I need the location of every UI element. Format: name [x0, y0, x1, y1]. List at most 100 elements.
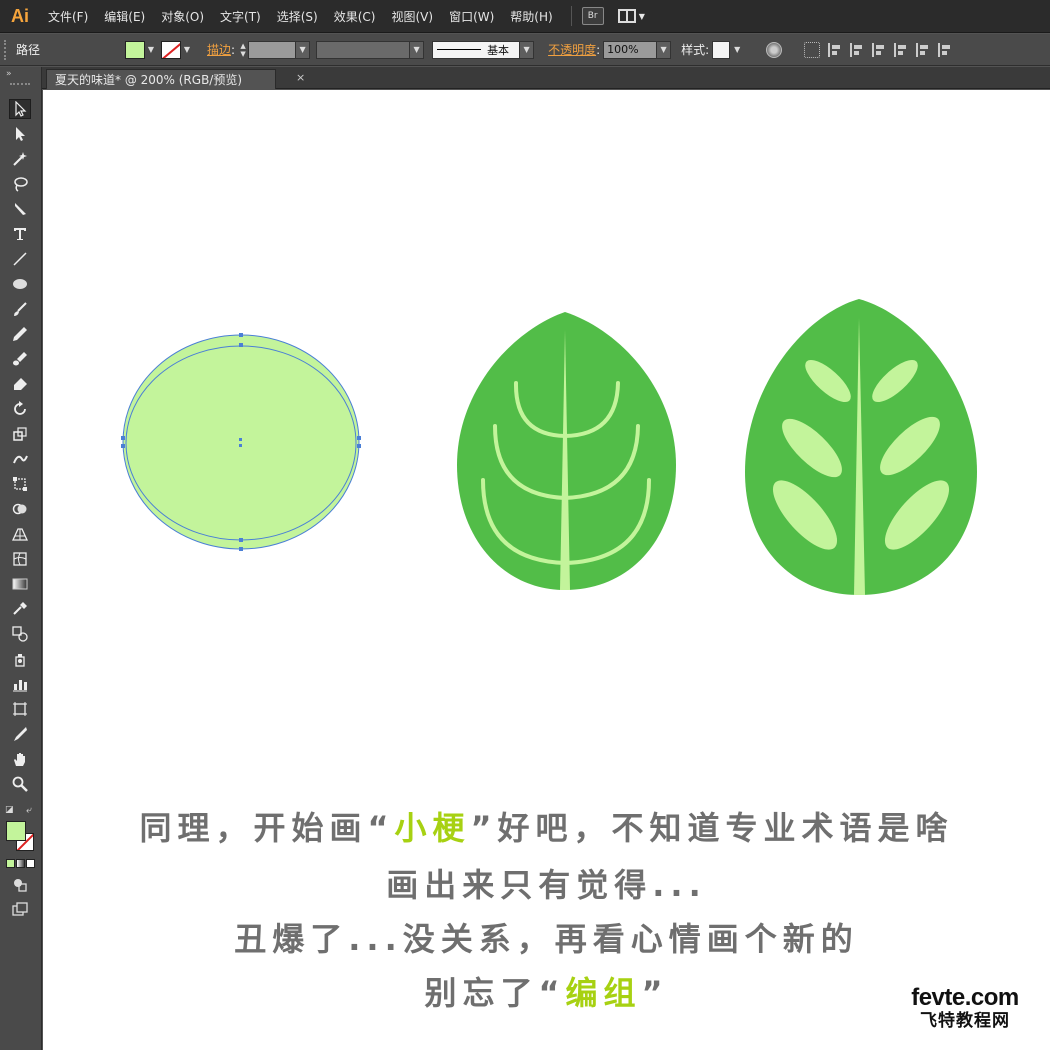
stroke-label[interactable]: 描边 — [207, 41, 231, 58]
free-transform-tool-icon[interactable] — [9, 474, 31, 494]
caption-text: 同理，开始画“ — [139, 809, 395, 847]
selection-tool-icon[interactable] — [9, 99, 31, 119]
opacity-input[interactable]: 100% — [603, 40, 658, 59]
stroke-weight-input[interactable] — [248, 40, 297, 59]
pencil-tool-icon[interactable] — [9, 324, 31, 344]
caption-line-2: 画出来只有觉得... — [386, 866, 707, 904]
collapse-panel-icon[interactable]: » — [6, 69, 11, 79]
eyedropper-tool-icon[interactable] — [9, 599, 31, 619]
isolate-group-icon[interactable] — [804, 41, 821, 58]
lasso-tool-icon[interactable] — [9, 174, 31, 194]
center-point — [239, 438, 242, 441]
recolor-artwork-icon[interactable] — [766, 41, 783, 58]
close-tab-icon[interactable]: × — [296, 71, 305, 84]
brush-definition[interactable]: 基本 — [432, 40, 521, 59]
direct-selection-tool-icon[interactable] — [9, 124, 31, 144]
menu-select[interactable]: 选择(S) — [269, 0, 326, 33]
anchor-point[interactable] — [357, 436, 361, 440]
color-mode-icon[interactable] — [6, 859, 15, 868]
scale-tool-icon[interactable] — [9, 424, 31, 444]
align-left-icon[interactable] — [828, 42, 842, 57]
screen-mode-icon[interactable] — [9, 899, 31, 919]
document-tab[interactable]: 夏天的味道* @ 200% (RGB/预览) — [46, 69, 276, 89]
draw-mode-icon[interactable] — [9, 875, 31, 895]
opacity-dropdown-icon[interactable]: ▼ — [657, 40, 672, 59]
align-bottom-icon[interactable] — [938, 42, 952, 57]
align-vertical-center-icon[interactable] — [916, 42, 930, 57]
perspective-grid-tool-icon[interactable] — [9, 524, 31, 544]
artboard-canvas[interactable]: 同理，开始画“小梗”好吧，不知道专业术语是啥 画出来只有觉得... 丑爆了...… — [43, 90, 1050, 1050]
opacity-label[interactable]: 不透明度 — [548, 41, 596, 58]
menu-bar: Ai 文件(F) 编辑(E) 对象(O) 文字(T) 选择(S) 效果(C) 视… — [0, 0, 1050, 33]
graphic-style-swatch[interactable] — [712, 40, 731, 59]
variable-width-profile[interactable] — [316, 40, 411, 59]
swap-fill-stroke-icon[interactable]: ⤶ — [26, 805, 32, 816]
eraser-tool-icon[interactable] — [9, 374, 31, 394]
watermark-site-name: 飞特教程网 — [920, 1011, 1010, 1030]
anchor-point[interactable] — [357, 444, 361, 448]
artboard-tool-icon[interactable] — [9, 699, 31, 719]
stroke-weight-dropdown-icon[interactable]: ▼ — [296, 40, 311, 59]
menu-view[interactable]: 视图(V) — [383, 0, 441, 33]
type-tool-icon[interactable] — [9, 224, 31, 244]
anchor-point[interactable] — [121, 436, 125, 440]
document-tab-title: 夏天的味道* @ 200% (RGB/预览) — [55, 73, 243, 87]
arrange-documents-icon — [617, 9, 636, 23]
anchor-point[interactable] — [239, 343, 243, 347]
menu-edit[interactable]: 编辑(E) — [96, 0, 153, 33]
align-right-icon[interactable] — [872, 42, 886, 57]
align-top-icon[interactable] — [894, 42, 908, 57]
anchor-point[interactable] — [121, 444, 125, 448]
panel-grip[interactable] — [4, 39, 10, 60]
stroke-dropdown-arrow-icon[interactable]: ▼ — [181, 41, 193, 59]
hand-tool-icon[interactable] — [9, 749, 31, 769]
fill-color-swatch[interactable] — [125, 40, 145, 59]
column-graph-tool-icon[interactable] — [9, 674, 31, 694]
panel-grip[interactable] — [10, 83, 30, 86]
slice-tool-icon[interactable] — [9, 724, 31, 744]
variable-width-dropdown-icon[interactable]: ▼ — [410, 40, 425, 59]
magic-wand-tool-icon[interactable] — [9, 149, 31, 169]
zoom-tool-icon[interactable] — [9, 774, 31, 794]
fill-color-box[interactable] — [6, 821, 26, 841]
opacity-label-colon: : — [596, 42, 601, 57]
gradient-mode-icon[interactable] — [16, 859, 25, 868]
arrange-documents-button[interactable]: ▼ — [617, 9, 645, 23]
style-dropdown-icon[interactable]: ▼ — [730, 41, 744, 59]
paintbrush-tool-icon[interactable] — [9, 299, 31, 319]
selected-ellipse-group[interactable] — [121, 333, 361, 551]
shape-builder-tool-icon[interactable] — [9, 499, 31, 519]
bridge-button[interactable]: Br — [581, 7, 604, 25]
menu-object[interactable]: 对象(O) — [153, 0, 212, 33]
none-mode-icon[interactable] — [26, 859, 35, 868]
leaf-curved-veins[interactable] — [457, 312, 676, 590]
anchor-point[interactable] — [239, 333, 243, 337]
fill-dropdown-arrow-icon[interactable]: ▼ — [145, 41, 157, 59]
gradient-tool-icon[interactable] — [9, 574, 31, 594]
blend-tool-icon[interactable] — [9, 624, 31, 644]
anchor-point[interactable] — [239, 538, 243, 542]
blob-brush-tool-icon[interactable] — [9, 349, 31, 369]
menu-effect[interactable]: 效果(C) — [326, 0, 384, 33]
brush-dropdown-icon[interactable]: ▼ — [520, 40, 535, 59]
default-fill-stroke-icon[interactable]: ◪ — [5, 805, 14, 815]
menu-window[interactable]: 窗口(W) — [441, 0, 502, 33]
menu-help[interactable]: 帮助(H) — [502, 0, 560, 33]
anchor-point[interactable] — [239, 547, 243, 551]
align-horizontal-center-icon[interactable] — [850, 42, 864, 57]
pen-tool-icon[interactable] — [9, 199, 31, 219]
line-tool-icon[interactable] — [9, 249, 31, 269]
control-bar: 路径 ▼ ▼ 描边 : ▲ ▼ ▼ ▼ 基本 ▼ 不透明度 : 100% ▼ 样式… — [0, 34, 1050, 66]
menu-type[interactable]: 文字(T) — [212, 0, 269, 33]
selected-ellipse[interactable] — [123, 335, 359, 549]
symbol-sprayer-tool-icon[interactable] — [9, 649, 31, 669]
stroke-color-swatch[interactable] — [161, 40, 181, 59]
warp-tool-icon[interactable] — [9, 449, 31, 469]
menu-file[interactable]: 文件(F) — [40, 0, 96, 33]
rotate-tool-icon[interactable] — [9, 399, 31, 419]
ellipse-tool-icon[interactable] — [9, 274, 31, 294]
brush-name: 基本 — [487, 43, 510, 57]
stroke-weight-stepper[interactable]: ▲ ▼ — [238, 41, 248, 59]
leaf-oval-veins[interactable] — [745, 299, 977, 595]
mesh-tool-icon[interactable] — [9, 549, 31, 569]
